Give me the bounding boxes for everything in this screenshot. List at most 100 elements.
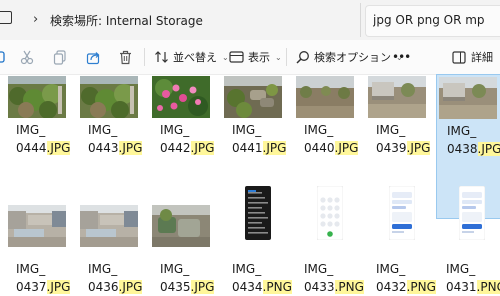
photo-thumbnail xyxy=(152,205,210,251)
file-name-line2: 0434.PNG xyxy=(232,278,292,296)
file-item[interactable]: IMG_ 0437.JPG xyxy=(6,202,76,294)
file-number: 0441 xyxy=(232,141,263,155)
screenshot-thumbnail xyxy=(317,186,343,244)
file-number: 0444 xyxy=(16,141,47,155)
command-bar: 並べ替え ⌄ 表示 ⌄ 検索オプション ⌄ ••• 詳細 xyxy=(0,40,500,75)
photo-thumbnail xyxy=(8,76,66,122)
search-options-label: 検索オプション xyxy=(314,51,391,64)
file-name-line2: 0433.PNG xyxy=(304,278,364,296)
share-button[interactable] xyxy=(86,40,101,74)
chevron-right-icon[interactable]: › xyxy=(33,12,38,27)
copy-icon xyxy=(53,50,66,65)
view-icon xyxy=(229,51,244,63)
file-name-line2: 0444.JPG xyxy=(16,139,71,157)
address-path[interactable]: 検索場所: Internal Storage xyxy=(50,12,203,29)
file-name-prefix: IMG_ xyxy=(376,262,406,276)
delete-button[interactable] xyxy=(119,40,132,74)
file-extension-highlight: .PNG xyxy=(476,280,500,294)
file-number: 0443 xyxy=(88,141,119,155)
file-name: IMG_ 0438.JPG xyxy=(447,122,500,158)
chevron-down-icon: ⌄ xyxy=(275,52,282,62)
file-number: 0440 xyxy=(304,141,335,155)
file-number: 0442 xyxy=(160,141,191,155)
photo-thumbnail xyxy=(80,76,138,122)
view-button[interactable]: 表示 ⌄ xyxy=(229,40,282,74)
file-name-line2: 0443.JPG xyxy=(88,139,143,157)
file-name-prefix: IMG_ xyxy=(16,123,46,137)
file-item[interactable]: IMG_ 0432.PNG xyxy=(366,186,436,294)
photo-thumbnail xyxy=(368,76,426,122)
photo-thumbnail xyxy=(296,76,354,122)
file-extension-highlight: .JPG xyxy=(190,141,215,155)
file-name-prefix: IMG_ xyxy=(376,123,406,137)
photo-thumbnail xyxy=(152,76,210,122)
screenshot-thumbnail xyxy=(245,186,271,244)
file-item[interactable]: IMG_ 0436.JPG xyxy=(78,202,148,294)
new-button[interactable] xyxy=(0,40,6,74)
file-name-line2: 0435.JPG xyxy=(160,278,215,296)
trash-icon xyxy=(120,50,131,64)
copy-button[interactable] xyxy=(53,40,67,74)
file-name-line2: 0437.JPG xyxy=(16,278,71,296)
sort-label: 並べ替え xyxy=(173,51,217,64)
file-number: 0433 xyxy=(304,280,335,294)
search-box[interactable]: jpg OR png OR mp xyxy=(365,5,500,37)
file-item[interactable]: IMG_ 0442.JPG xyxy=(150,74,220,219)
file-name: IMG_ 0442.JPG xyxy=(160,121,215,157)
details-pane-icon xyxy=(452,50,466,64)
file-name: IMG_ 0443.JPG xyxy=(88,121,143,157)
view-label: 表示 xyxy=(248,51,270,64)
address-bar: › 検索場所: Internal Storage jpg OR png OR m… xyxy=(0,0,500,40)
file-name-prefix: IMG_ xyxy=(88,123,118,137)
file-number: 0439 xyxy=(376,141,407,155)
search-input[interactable]: jpg OR png OR mp xyxy=(373,13,500,27)
file-name-line2: 0441.JPG xyxy=(232,139,287,157)
file-name-prefix: IMG_ xyxy=(304,262,334,276)
details-label: 詳細 xyxy=(471,51,493,64)
file-item[interactable]: IMG_ 0433.PNG xyxy=(294,186,364,294)
file-name-prefix: IMG_ xyxy=(16,262,46,276)
computer-icon[interactable] xyxy=(0,11,12,24)
screenshot-thumbnail xyxy=(459,186,485,244)
sort-button[interactable]: 並べ替え ⌄ xyxy=(154,40,229,74)
file-name-line2: 0436.JPG xyxy=(88,278,143,296)
file-item[interactable]: IMG_ 0435.JPG xyxy=(150,202,220,294)
file-extension-highlight: .JPG xyxy=(118,141,143,155)
file-item[interactable]: IMG_ 0444.JPG xyxy=(6,74,76,219)
file-name-line2: 0439.JPG xyxy=(376,139,431,157)
file-name: IMG_ 0440.JPG xyxy=(304,121,359,157)
photo-thumbnail xyxy=(439,77,497,123)
details-button[interactable]: 詳細 xyxy=(452,40,493,74)
file-extension-highlight: .JPG xyxy=(477,142,500,156)
cut-button[interactable] xyxy=(20,40,34,74)
divider xyxy=(360,3,361,37)
chevron-down-icon: ⌄ xyxy=(222,52,229,62)
file-name: IMG_ 0439.JPG xyxy=(376,121,431,157)
more-icon: ••• xyxy=(392,50,411,64)
file-extension-highlight: .JPG xyxy=(190,280,215,294)
file-number: 0436 xyxy=(88,280,119,294)
file-number: 0438 xyxy=(447,142,478,156)
more-button[interactable]: ••• xyxy=(392,40,411,74)
search-options-button[interactable]: 検索オプション ⌄ xyxy=(296,40,403,74)
file-item[interactable]: IMG_ 0431.PNG xyxy=(436,186,500,294)
file-number: 0437 xyxy=(16,280,47,294)
file-extension-highlight: .JPG xyxy=(406,141,431,155)
file-number: 0432 xyxy=(376,280,407,294)
file-name-prefix: IMG_ xyxy=(160,123,190,137)
file-name-prefix: IMG_ xyxy=(232,262,262,276)
file-item[interactable]: IMG_ 0434.PNG xyxy=(222,186,292,294)
screenshot-thumbnail xyxy=(389,186,415,244)
file-name-prefix: IMG_ xyxy=(304,123,334,137)
toolbar-divider xyxy=(286,48,287,66)
photo-thumbnail xyxy=(8,205,66,251)
file-number: 0435 xyxy=(160,280,191,294)
file-extension-highlight: .JPG xyxy=(46,280,71,294)
file-item[interactable]: IMG_ 0443.JPG xyxy=(78,74,148,219)
file-name-prefix: IMG_ xyxy=(446,262,476,276)
toolbar-divider xyxy=(144,48,145,66)
photo-thumbnail xyxy=(80,205,138,251)
new-icon xyxy=(0,51,5,63)
file-name-line2: 0442.JPG xyxy=(160,139,215,157)
file-extension-highlight: .PNG xyxy=(334,280,364,294)
